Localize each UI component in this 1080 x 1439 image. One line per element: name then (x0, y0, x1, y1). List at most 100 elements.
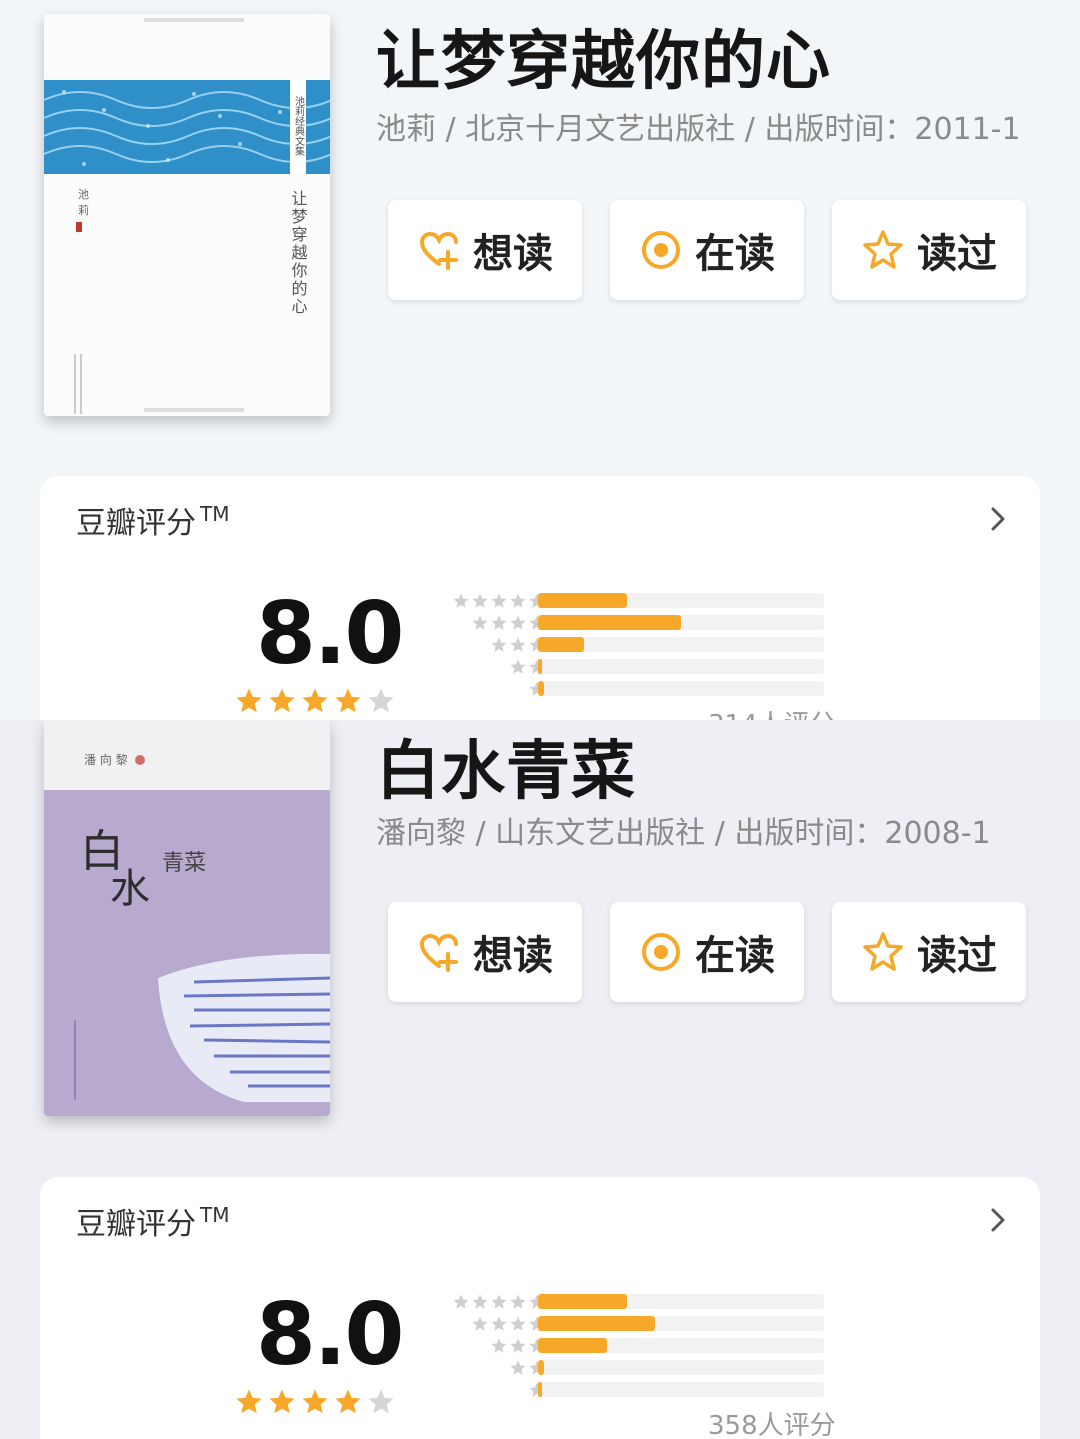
reading-button[interactable]: 在读 (610, 902, 804, 1002)
cover-author-text: 潘 向 黎 (84, 752, 128, 767)
book-title: 让梦穿越你的心 (376, 25, 831, 99)
distribution-bar-track (538, 1294, 824, 1309)
score-stars (234, 1387, 396, 1417)
rating-card-title: 豆瓣评分 TM (76, 1203, 230, 1242)
star-outline-icon (863, 230, 903, 269)
distribution-bar-fill (538, 637, 584, 652)
star-filled-icon (335, 1389, 361, 1414)
svg-text:水: 水 (110, 866, 150, 912)
distribution-bar-fill (538, 681, 544, 696)
heart-plus-icon (419, 933, 458, 972)
cover-art: 潘 向 黎 白 水 青菜 (44, 720, 330, 1116)
distribution-bar-track (538, 681, 824, 696)
distribution-bar-fill (538, 1360, 544, 1375)
want-to-read-label: 想读 (473, 231, 553, 277)
star-filled-icon (236, 688, 262, 713)
star-outline-icon (863, 932, 903, 971)
book-title: 白水青菜 (376, 735, 636, 809)
small-star-icon (491, 1338, 507, 1353)
distribution-bar-track (538, 1338, 824, 1353)
want-to-read-label: 想读 (473, 933, 553, 979)
rating-score: 8.0 (256, 1285, 404, 1385)
star-filled-icon (269, 688, 295, 713)
rating-card[interactable]: 豆瓣评分TM 8.0 314人评分 (40, 476, 1040, 720)
distribution-bar-fill (538, 1294, 627, 1309)
rating-count[interactable]: 314人评分 (708, 704, 836, 720)
reading-button[interactable]: 在读 (610, 200, 804, 300)
small-star-icon (472, 615, 488, 630)
target-circle-icon (642, 231, 680, 269)
distribution-bar-track (538, 1360, 824, 1375)
small-star-icon (453, 593, 469, 608)
small-star-icon (510, 637, 526, 652)
target-circle-icon (642, 933, 680, 971)
book-cover[interactable]: 池莉经典文集 池 莉 让梦穿越你的心 (44, 14, 330, 416)
svg-text:池: 池 (78, 188, 89, 201)
want-to-read-button[interactable]: 想读 (388, 200, 582, 300)
rating-card[interactable]: 豆瓣评分 TM 8.0 358人评分 (40, 1177, 1040, 1439)
distribution-row (426, 634, 846, 656)
cover-series-text: 池莉经典文集 (293, 95, 305, 157)
small-star-icon (510, 1294, 526, 1309)
svg-text:让梦穿越你的心: 让梦穿越你的心 (289, 190, 308, 316)
rating-count[interactable]: 358人评分 (708, 1405, 836, 1439)
rating-score: 8.0 (256, 584, 404, 684)
small-star-icon (491, 1316, 507, 1331)
distribution-row (426, 1313, 846, 1335)
book-cover[interactable]: 潘 向 黎 白 水 青菜 (44, 720, 330, 1116)
book-meta: 潘向黎 / 山东文艺出版社 / 出版时间：2008-1 (376, 816, 991, 851)
distribution-row (426, 1379, 846, 1401)
distribution-bar-fill (538, 1382, 542, 1397)
chevron-right-icon[interactable] (986, 504, 1010, 534)
distribution-bar-track (538, 659, 824, 674)
distribution-stars (471, 614, 546, 632)
book-panel-1: 池莉经典文集 池 莉 让梦穿越你的心 让梦穿越你的心 池莉 / 北京十月文艺出版… (0, 0, 1080, 720)
distribution-row (426, 656, 846, 678)
star-empty-icon (368, 688, 394, 713)
distribution-bar-fill (538, 593, 627, 608)
reading-label: 在读 (695, 933, 775, 979)
book-panel-2: 潘 向 黎 白 水 青菜 白水青菜 潘向黎 / 山东文艺出版社 / 出版时间：2… (0, 720, 1080, 1439)
small-star-icon (472, 1316, 488, 1331)
distribution-stars (452, 592, 546, 610)
small-star-icon (510, 659, 526, 674)
distribution-stars (471, 1315, 546, 1333)
distribution-bar-track (538, 637, 824, 652)
small-star-icon (510, 1338, 526, 1353)
small-star-icon (472, 1294, 488, 1309)
distribution-row (426, 678, 846, 700)
distribution-bar-fill (538, 1338, 607, 1353)
small-star-icon (453, 1294, 469, 1309)
want-to-read-button[interactable]: 想读 (388, 902, 582, 1002)
distribution-row (426, 1357, 846, 1379)
book-meta: 池莉 / 北京十月文艺出版社 / 出版时间：2011-1 (376, 112, 1021, 147)
distribution-bar-fill (538, 1316, 655, 1331)
reading-label: 在读 (695, 231, 775, 277)
chevron-right-icon[interactable] (986, 1205, 1010, 1235)
rating-distribution (426, 590, 846, 700)
small-star-icon (510, 615, 526, 630)
have-read-button[interactable]: 读过 (832, 200, 1026, 300)
score-stars (234, 686, 396, 716)
small-star-icon (510, 593, 526, 608)
star-filled-icon (335, 688, 361, 713)
distribution-bar-track (538, 1316, 824, 1331)
rating-distribution (426, 1291, 846, 1401)
star-filled-icon (236, 1389, 262, 1414)
small-star-icon (491, 615, 507, 630)
have-read-button[interactable]: 读过 (832, 902, 1026, 1002)
have-read-label: 读过 (917, 231, 997, 277)
small-star-icon (510, 1360, 526, 1375)
star-empty-icon (368, 1389, 394, 1414)
distribution-bar-track (538, 593, 824, 608)
distribution-row (426, 1335, 846, 1357)
svg-text:青菜: 青菜 (162, 851, 206, 876)
distribution-stars (452, 1293, 546, 1311)
cover-art: 池莉经典文集 池 莉 让梦穿越你的心 (44, 14, 330, 416)
small-star-icon (472, 593, 488, 608)
have-read-label: 读过 (917, 933, 997, 979)
heart-plus-icon (419, 231, 458, 270)
distribution-row (426, 590, 846, 612)
small-star-icon (491, 1294, 507, 1309)
distribution-row (426, 1291, 846, 1313)
